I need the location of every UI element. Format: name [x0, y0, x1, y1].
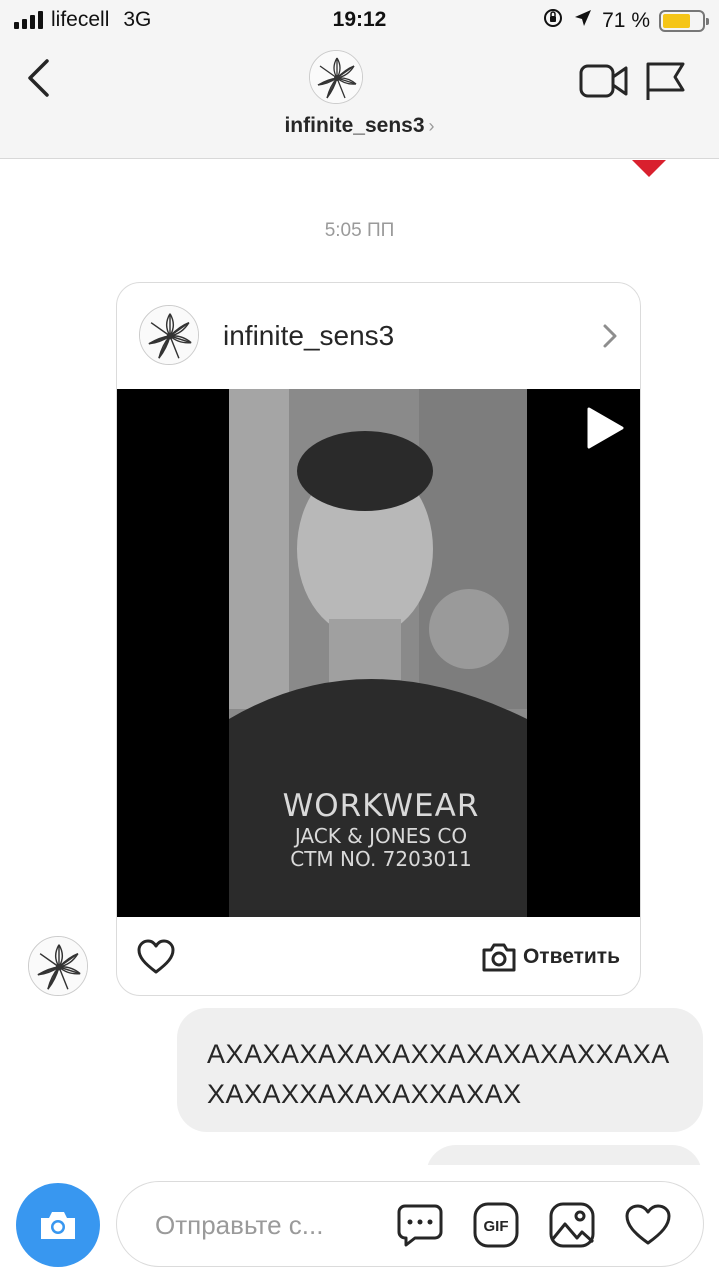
svg-text:GIF: GIF	[484, 1218, 509, 1235]
status-bar: lifecell 3G 19:12 71 %	[0, 0, 719, 40]
sender-avatar[interactable]	[28, 936, 88, 996]
gif-icon: GIF	[473, 1202, 519, 1248]
header-avatar[interactable]	[309, 50, 363, 104]
shirt-line-2: JACK & JONES CO	[294, 823, 468, 848]
play-button[interactable]	[584, 405, 626, 451]
play-icon	[587, 407, 624, 449]
camera-icon	[482, 943, 516, 972]
video-call-button[interactable]	[578, 60, 630, 102]
chat-header: infinite_sens3 ›	[0, 40, 719, 159]
signal-icon	[14, 11, 43, 29]
shirt-line-3: CTM NO. 7203011	[290, 846, 472, 871]
network-label: 3G	[123, 8, 152, 31]
header-username-label: infinite_sens3	[284, 114, 425, 137]
message-input[interactable]	[155, 1204, 385, 1246]
message-composer: GIF	[116, 1181, 704, 1267]
like-button[interactable]	[137, 939, 175, 975]
message-bubble[interactable]: АХАХАХАХАХАХХАХАХАХАХХАХАХАХАХХАХАХАХХАХ…	[177, 1008, 703, 1132]
notification-indicator	[632, 160, 666, 177]
gif-button[interactable]: GIF	[471, 1200, 521, 1250]
location-icon	[573, 8, 593, 34]
camera-icon	[41, 1212, 75, 1239]
post-photo: WORKWEAR JACK & JONES CO CTM NO. 7203011	[229, 389, 527, 917]
carrier-label: lifecell	[51, 8, 110, 31]
chat-bubble-button[interactable]	[395, 1200, 445, 1250]
shirt-line-1: WORKWEAR	[282, 788, 480, 824]
image-icon	[549, 1202, 595, 1248]
chevron-right-icon	[600, 323, 620, 349]
status-right: 71 %	[542, 7, 709, 35]
battery-percent: 71 %	[602, 9, 650, 32]
header-username[interactable]: infinite_sens3 ›	[0, 114, 719, 138]
flag-icon	[646, 62, 685, 100]
shared-post-card[interactable]: infinite_sens3 WORKWEAR JACK & JONES CO …	[116, 282, 641, 996]
post-avatar	[139, 305, 199, 365]
status-left: lifecell 3G	[14, 8, 151, 32]
speech-bubble-icon	[397, 1204, 443, 1247]
heart-button[interactable]	[623, 1200, 673, 1250]
post-video[interactable]: WORKWEAR JACK & JONES CO CTM NO. 7203011	[117, 389, 640, 917]
reply-label: Ответить	[522, 945, 620, 968]
camera-button[interactable]	[16, 1183, 100, 1267]
chevron-left-icon	[28, 59, 49, 97]
reply-button[interactable]: Ответить	[481, 937, 620, 977]
post-username: infinite_sens3	[223, 320, 395, 351]
battery-icon	[659, 10, 709, 32]
chevron-right-icon: ›	[428, 116, 435, 136]
orientation-lock-icon	[542, 7, 564, 35]
back-button[interactable]	[18, 56, 58, 100]
shared-post-header[interactable]: infinite_sens3	[117, 283, 640, 389]
shared-post-footer: Ответить	[117, 917, 640, 995]
gallery-button[interactable]	[547, 1200, 597, 1250]
shirt-print: WORKWEAR JACK & JONES CO CTM NO. 7203011	[251, 788, 511, 871]
heart-icon	[137, 939, 175, 974]
battery-fill	[663, 14, 690, 28]
video-camera-icon	[579, 64, 628, 98]
report-button[interactable]	[642, 60, 688, 102]
message-timestamp: 5:05 ПП	[324, 220, 395, 241]
heart-icon	[625, 1204, 671, 1245]
